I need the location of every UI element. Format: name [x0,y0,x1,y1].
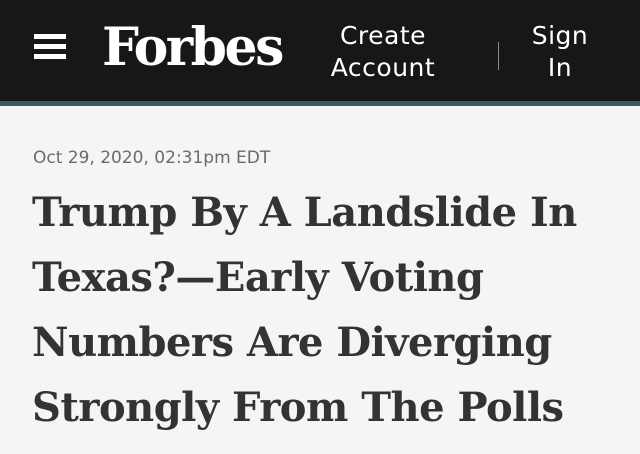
sign-in-link[interactable]: Sign In [518,20,602,84]
article-headline: Trump By A Landslide In Texas?—Early Vot… [32,189,577,431]
header-divider [498,42,499,70]
header-accent-bar [0,101,640,106]
hamburger-menu-icon[interactable] [34,34,68,60]
create-account-link[interactable]: Create Account [318,20,448,84]
menu-line [34,44,66,49]
article-timestamp: Oct 29, 2020, 02:31pm EDT [33,148,271,168]
site-header: Forbes Create Account Sign In [0,0,640,101]
menu-line [34,34,66,39]
forbes-logo[interactable]: Forbes [102,16,284,80]
menu-line [34,54,66,59]
